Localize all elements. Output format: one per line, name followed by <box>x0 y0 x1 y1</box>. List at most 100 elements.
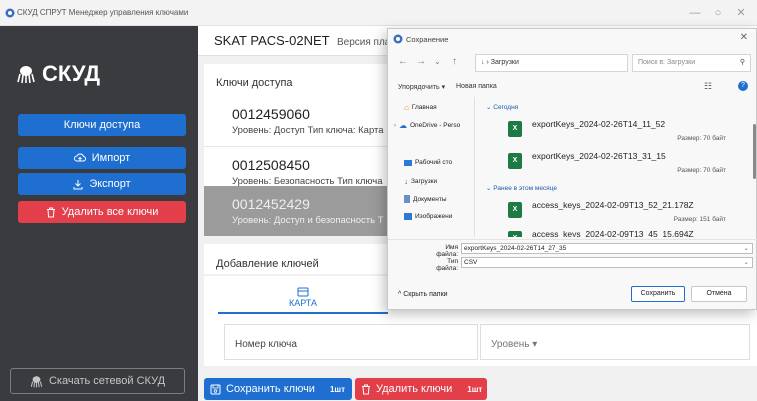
forward-arrow-icon[interactable]: → <box>416 56 426 67</box>
nav-item-label: Изображени <box>415 213 453 220</box>
level-select[interactable]: Уровень ▾ <box>480 324 750 360</box>
nav-item-label: Главная <box>411 104 437 111</box>
filetype-select[interactable]: CSV ⌄ <box>461 257 753 268</box>
chevron-down-icon: ⌄ <box>743 259 749 266</box>
save-keys-button[interactable]: Сохранить ключи 1шт <box>204 378 352 400</box>
file-size: Размер: 151 байт <box>673 216 726 223</box>
excel-file-icon: X <box>508 202 522 218</box>
chevron-up-icon: ^ <box>398 291 402 298</box>
file-name: exportKeys_2024-02-26T13_31_15 <box>532 151 666 161</box>
import-label: Импорт <box>91 152 131 164</box>
trash-icon <box>46 207 55 217</box>
dialog-cancel-button[interactable]: Отмена <box>691 286 747 302</box>
card-icon <box>297 287 309 297</box>
nav-item-documents[interactable]: Документы <box>404 195 447 203</box>
close-button[interactable]: ✕ <box>731 5 751 21</box>
dialog-close-button[interactable]: ✕ <box>740 32 748 43</box>
maximize-button[interactable]: ○ <box>708 5 728 21</box>
download-icon: ↓ <box>404 177 408 186</box>
hide-folders-label: Скрыть папки <box>403 291 448 298</box>
file-item[interactable]: X exportKeys_2024-02-26T14_11_52 Размер:… <box>508 117 748 147</box>
file-item[interactable]: X exportKeys_2024-02-26T13_31_15 Размер:… <box>508 149 748 179</box>
logo-text: СКУД <box>42 61 101 86</box>
nav-item-onedrive[interactable]: › ☁ OneDrive - Perso <box>394 121 460 130</box>
search-input[interactable]: Поиск в: Загрузки ⚲ <box>632 54 751 72</box>
delete-all-keys-button[interactable]: Удалить все ключи <box>18 201 186 223</box>
filetype-value: CSV <box>464 259 478 266</box>
up-arrow-icon[interactable]: ↑ <box>452 56 457 67</box>
save-dialog: Сохранение ✕ ← → ⌄ ↑ ↓ › Загрузки Поиск … <box>387 28 757 310</box>
cloud-icon: ☁ <box>399 121 407 130</box>
help-icon[interactable]: ? <box>738 81 748 91</box>
nav-item-downloads[interactable]: ↓ Загрузки <box>404 177 437 186</box>
excel-file-icon: X <box>508 121 522 137</box>
access-keys-button[interactable]: Ключи доступа <box>18 114 186 136</box>
group-header-earlier[interactable]: ⌄ Ранее в этом месяце <box>486 184 557 192</box>
nav-item-desktop[interactable]: Рабочий сто <box>404 159 452 166</box>
group-header-today[interactable]: ⌄ Сегодня <box>486 103 518 111</box>
window-title: СКУД СПРУТ Менеджер управления ключами <box>17 8 189 17</box>
minimize-button[interactable]: — <box>685 5 705 21</box>
organize-button[interactable]: Упорядочить ▾ <box>398 83 445 91</box>
image-icon <box>404 213 412 220</box>
back-arrow-icon[interactable]: ← <box>398 56 408 67</box>
view-options-icon[interactable]: ☷ <box>704 81 712 92</box>
nav-item-images[interactable]: Изображени <box>404 213 452 220</box>
delete-keys-count: 1шт <box>467 384 483 394</box>
tab-card-label: КАРТА <box>288 298 318 308</box>
address-path: › Загрузки <box>486 59 519 66</box>
chevron-down-icon: ⌄ <box>486 185 492 192</box>
dialog-save-label: Сохранить <box>640 290 676 297</box>
dialog-navbar: ← → ⌄ ↑ ↓ › Загрузки Поиск в: Загрузки ⚲ <box>388 49 757 75</box>
download-network-label: Скачать сетевой СКУД <box>48 375 166 387</box>
add-keys-title: Добавление ключей <box>216 258 319 270</box>
octopus-icon <box>30 375 43 387</box>
key-number-input[interactable]: Номер ключа <box>224 324 478 360</box>
file-item[interactable]: X access_keys_2024-02-09T13_45_15.694Z <box>508 227 748 237</box>
file-list-scrollbar[interactable] <box>753 124 756 179</box>
dialog-cancel-label: Отмена <box>706 290 732 297</box>
floppy-icon <box>210 384 221 394</box>
trash-icon <box>362 384 370 394</box>
home-icon: ⌂ <box>404 103 409 112</box>
dialog-footer: ^ Скрыть папки Сохранить Отмена <box>388 279 757 309</box>
download-icon: ↓ <box>481 59 485 66</box>
level-placeholder: Уровень ▾ <box>491 339 538 350</box>
key-number-placeholder: Номер ключа <box>235 339 297 350</box>
nav-item-label: Загрузки <box>411 178 438 185</box>
new-folder-button[interactable]: Новая папка <box>456 83 497 90</box>
dialog-toolbar: Упорядочить ▾ Новая папка ☷ ? <box>388 77 757 97</box>
chevron-down-icon: ⌄ <box>743 245 749 252</box>
app-logo: СКУД <box>16 61 100 87</box>
dialog-save-button[interactable]: Сохранить <box>631 286 685 302</box>
import-button[interactable]: Импорт <box>18 147 186 169</box>
cloud-upload-icon <box>73 153 86 162</box>
device-name: SKAT PACS-02NET <box>214 33 330 48</box>
file-name: access_keys_2024-02-09T13_45_15.694Z <box>532 229 694 237</box>
document-icon <box>404 195 410 203</box>
nav-item-home[interactable]: ⌂ Главная <box>404 103 437 112</box>
octopus-icon <box>17 66 35 84</box>
excel-file-icon: X <box>508 153 522 169</box>
address-bar[interactable]: ↓ › Загрузки <box>475 54 628 72</box>
tab-card[interactable]: КАРТА <box>218 284 388 314</box>
download-network-skud-button[interactable]: Скачать сетевой СКУД <box>10 368 185 394</box>
export-label: Экспорт <box>89 178 131 190</box>
hide-folders-toggle[interactable]: ^ Скрыть папки <box>398 291 448 298</box>
delete-keys-label: Удалить ключи <box>376 383 453 395</box>
dialog-form: Имя файла: exportKeys_2024-02-26T14_27_3… <box>388 239 757 275</box>
delete-keys-button[interactable]: Удалить ключи 1шт <box>355 378 487 400</box>
filename-input[interactable]: exportKeys_2024-02-26T14_27_35 ⌄ <box>461 243 753 254</box>
excel-file-icon: X <box>508 231 522 237</box>
chevron-down-icon[interactable]: ⌄ <box>434 57 441 66</box>
file-name: access_keys_2024-02-09T13_52_21.178Z <box>532 200 694 210</box>
nav-item-label: OneDrive - Perso <box>410 122 461 129</box>
desktop-icon <box>404 159 412 166</box>
app-icon <box>5 8 15 18</box>
chevron-right-icon: › <box>394 122 396 129</box>
file-size: Размер: 70 байт <box>677 135 726 142</box>
file-item[interactable]: X access_keys_2024-02-09T13_52_21.178Z Р… <box>508 198 748 228</box>
export-button[interactable]: Экспорт <box>18 173 186 195</box>
dialog-title: Сохранение <box>406 35 449 44</box>
search-icon: ⚲ <box>739 59 745 66</box>
